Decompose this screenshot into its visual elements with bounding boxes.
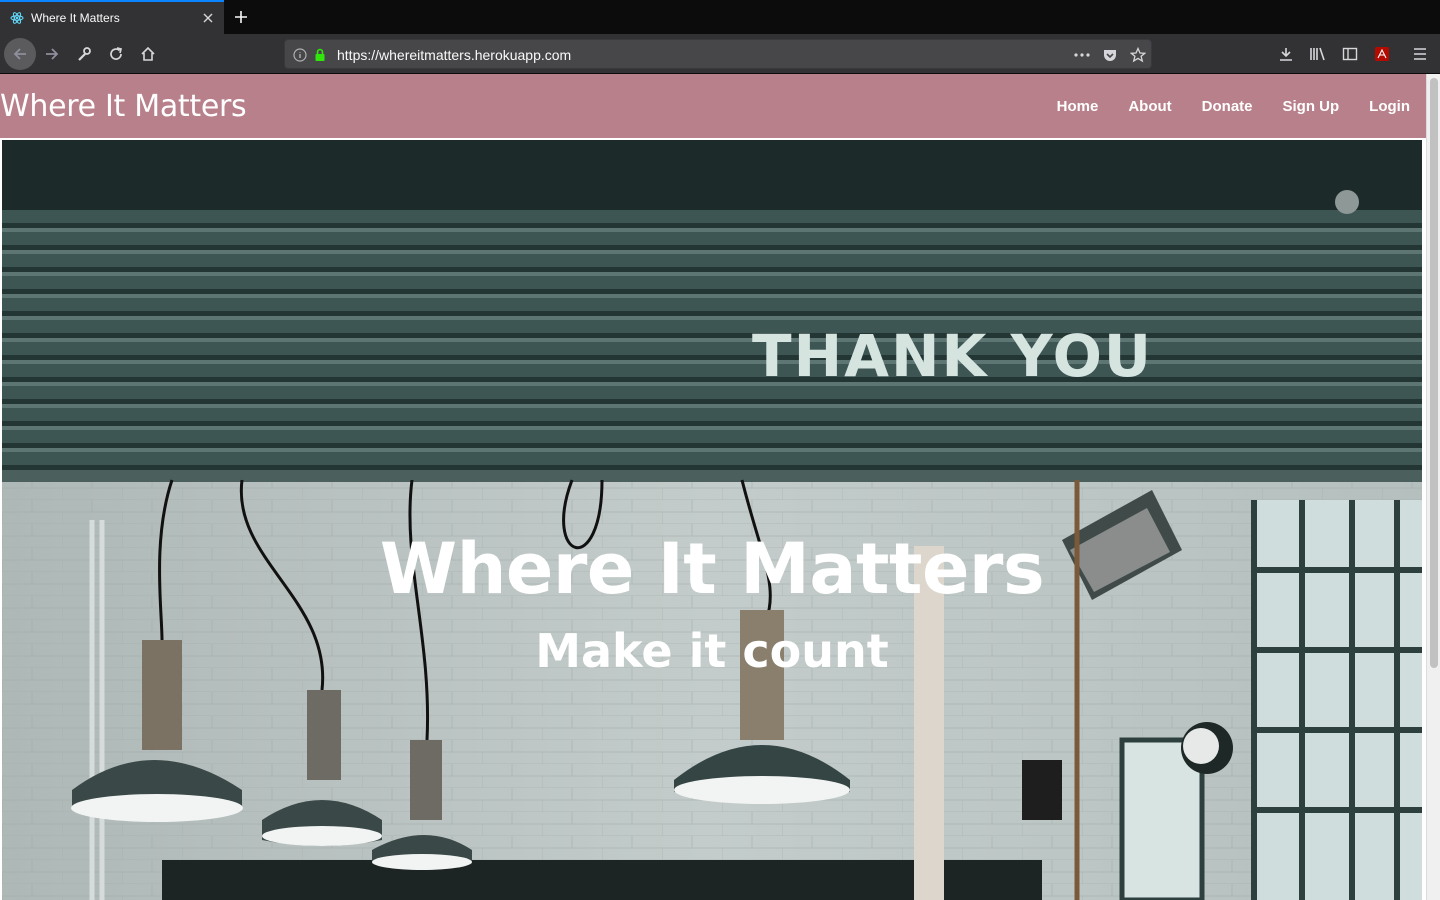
- bookmark-star-icon[interactable]: [1129, 46, 1147, 64]
- browser-toolbar: https://whereitmatters.herokuapp.com: [0, 34, 1440, 74]
- scrollbar-thumb[interactable]: [1430, 78, 1438, 668]
- tab-title: Where It Matters: [31, 11, 120, 25]
- thank-you-sign: THANK YOU: [752, 322, 1153, 390]
- web-page: Where It Matters Home About Donate Sign …: [0, 74, 1426, 900]
- nav-link-donate[interactable]: Donate: [1202, 98, 1253, 115]
- hero-subtitle: Make it count: [535, 624, 889, 678]
- more-actions-icon[interactable]: [1073, 46, 1091, 64]
- menu-hamburger-icon[interactable]: [1404, 38, 1436, 70]
- nav-link-about[interactable]: About: [1128, 98, 1171, 115]
- site-brand[interactable]: Where It Matters: [0, 89, 247, 124]
- pdf-extension-icon[interactable]: [1366, 38, 1398, 70]
- sidebar-icon[interactable]: [1334, 38, 1366, 70]
- forward-arrow-icon[interactable]: [36, 38, 68, 70]
- close-icon[interactable]: [198, 8, 218, 28]
- pocket-icon[interactable]: [1101, 46, 1119, 64]
- info-icon[interactable]: [291, 46, 309, 64]
- hero-section: THANK YOU Where It Matters Make it count: [2, 140, 1422, 900]
- active-tab[interactable]: Where It Matters: [0, 0, 224, 34]
- back-arrow-icon[interactable]: [4, 38, 36, 70]
- react-atom-icon: [9, 10, 25, 26]
- page-scrollbar[interactable]: [1426, 74, 1440, 900]
- lock-icon[interactable]: [311, 46, 329, 64]
- tab-strip: Where It Matters: [0, 0, 1440, 34]
- wrench-icon[interactable]: [68, 38, 100, 70]
- site-header: Where It Matters Home About Donate Sign …: [0, 74, 1426, 138]
- download-icon[interactable]: [1270, 38, 1302, 70]
- hero-background-photo: THANK YOU: [2, 140, 1422, 900]
- hero-title: Where It Matters: [379, 528, 1045, 610]
- reload-icon[interactable]: [100, 38, 132, 70]
- site-nav: Home About Donate Sign Up Login: [1057, 74, 1410, 138]
- new-tab-icon[interactable]: [229, 5, 253, 29]
- nav-link-home[interactable]: Home: [1057, 98, 1099, 115]
- library-icon[interactable]: [1302, 38, 1334, 70]
- home-icon[interactable]: [132, 38, 164, 70]
- nav-link-sign-up[interactable]: Sign Up: [1283, 98, 1340, 115]
- url-text: https://whereitmatters.herokuapp.com: [337, 47, 572, 63]
- nav-link-login[interactable]: Login: [1369, 98, 1410, 115]
- address-bar[interactable]: https://whereitmatters.herokuapp.com: [284, 39, 1152, 69]
